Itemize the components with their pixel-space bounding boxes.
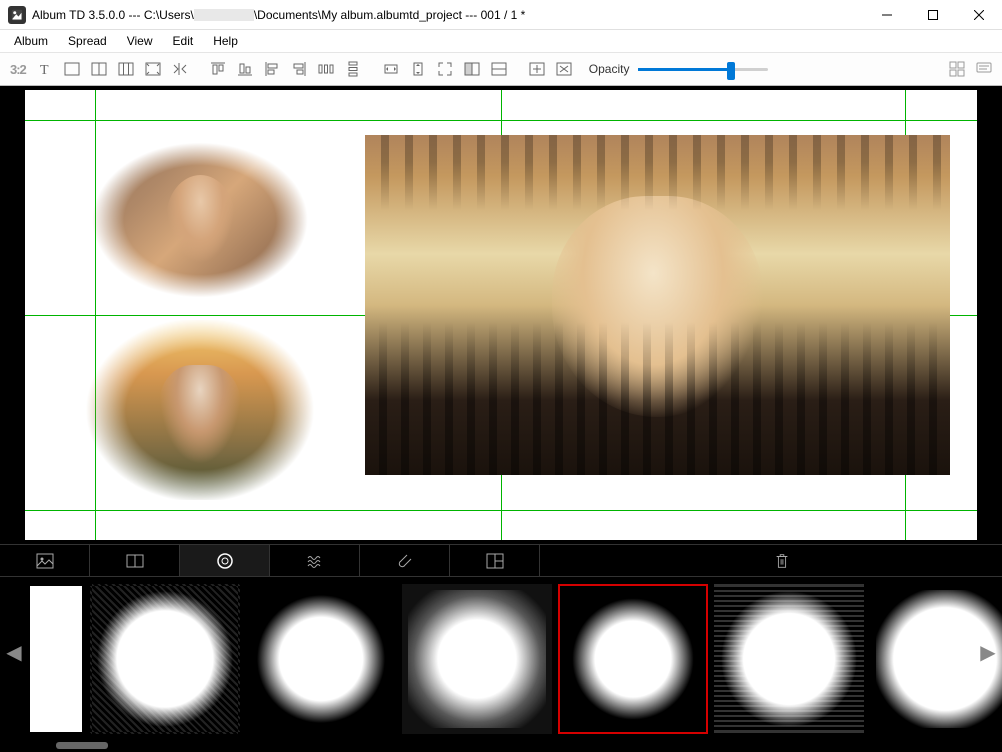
- opacity-label: Opacity: [589, 62, 630, 76]
- scroll-left-icon[interactable]: ◀: [0, 577, 28, 728]
- mask-thumbnail-strip: ◀ ▶: [0, 577, 1002, 740]
- menu-help[interactable]: Help: [203, 32, 248, 50]
- mask-thumbnail-selected[interactable]: [558, 584, 708, 734]
- mask-thumbnail[interactable]: [402, 584, 552, 734]
- distribute-v-icon[interactable]: [341, 57, 365, 81]
- stretch-v-icon[interactable]: [406, 57, 430, 81]
- mask-thumbnail[interactable]: [246, 584, 396, 734]
- guide-horizontal: [25, 120, 977, 121]
- mask-thumbnail[interactable]: [28, 584, 84, 734]
- tab-layouts[interactable]: [450, 545, 540, 576]
- slider-fill: [638, 68, 732, 71]
- split2-tool-icon[interactable]: [87, 57, 111, 81]
- menu-edit[interactable]: Edit: [163, 32, 204, 50]
- align-bottom-icon[interactable]: [233, 57, 257, 81]
- tab-spreads[interactable]: [90, 545, 180, 576]
- tab-images[interactable]: [0, 545, 90, 576]
- align-top-icon[interactable]: [206, 57, 230, 81]
- aspect-ratio-label: 3:2: [10, 62, 26, 77]
- mirror-tool-icon[interactable]: [168, 57, 192, 81]
- mask-thumbnail[interactable]: [714, 584, 864, 734]
- close-button[interactable]: [956, 0, 1002, 30]
- expand-icon[interactable]: [433, 57, 457, 81]
- scrollbar-thumb[interactable]: [56, 742, 108, 749]
- fit-tool-icon[interactable]: [141, 57, 165, 81]
- menu-album[interactable]: Album: [4, 32, 58, 50]
- window-controls: [864, 0, 1002, 30]
- align-right-icon[interactable]: [287, 57, 311, 81]
- align-left-icon[interactable]: [260, 57, 284, 81]
- titlebar: Album TD 3.5.0.0 --- C:\Users\\Documents…: [0, 0, 1002, 30]
- comment-icon[interactable]: [972, 57, 996, 81]
- mask-thumbnail[interactable]: [90, 584, 240, 734]
- redacted-username: [194, 9, 254, 21]
- distribute-h-icon[interactable]: [314, 57, 338, 81]
- menubar: Album Spread View Edit Help: [0, 30, 1002, 52]
- split3-tool-icon[interactable]: [114, 57, 138, 81]
- mask-edge: [365, 135, 950, 475]
- columns-icon[interactable]: [460, 57, 484, 81]
- placed-image-3[interactable]: [365, 135, 950, 475]
- text-tool-icon[interactable]: T: [33, 57, 57, 81]
- horizontal-scrollbar[interactable]: [0, 740, 1002, 752]
- rows-icon[interactable]: [487, 57, 511, 81]
- rect-tool-icon[interactable]: [60, 57, 84, 81]
- slider-thumb[interactable]: [727, 62, 735, 80]
- maximize-button[interactable]: [910, 0, 956, 30]
- toolbar: 3:2 T Opacity: [0, 52, 1002, 86]
- trash-icon[interactable]: [762, 545, 802, 576]
- placed-image-1[interactable]: [85, 140, 315, 300]
- tab-clips[interactable]: [360, 545, 450, 576]
- grid-view-icon[interactable]: [945, 57, 969, 81]
- canvas-area[interactable]: [0, 86, 1002, 544]
- opacity-slider[interactable]: [638, 59, 768, 79]
- svg-text:T: T: [40, 63, 49, 78]
- guide-horizontal: [25, 510, 977, 511]
- menu-view[interactable]: View: [117, 32, 163, 50]
- app-icon: [8, 6, 26, 24]
- spread-canvas[interactable]: [25, 90, 977, 540]
- minimize-button[interactable]: [864, 0, 910, 30]
- scroll-right-icon[interactable]: ▶: [974, 577, 1002, 728]
- tab-masks[interactable]: [180, 545, 270, 576]
- bottom-tab-row: [0, 545, 1002, 577]
- bottom-panel: ◀ ▶: [0, 544, 1002, 752]
- placed-image-2[interactable]: [85, 320, 315, 500]
- window-title: Album TD 3.5.0.0 --- C:\Users\\Documents…: [32, 8, 864, 22]
- stretch-h-icon[interactable]: [379, 57, 403, 81]
- add-icon[interactable]: [525, 57, 549, 81]
- delete-icon[interactable]: [552, 57, 576, 81]
- tab-textures[interactable]: [270, 545, 360, 576]
- menu-spread[interactable]: Spread: [58, 32, 117, 50]
